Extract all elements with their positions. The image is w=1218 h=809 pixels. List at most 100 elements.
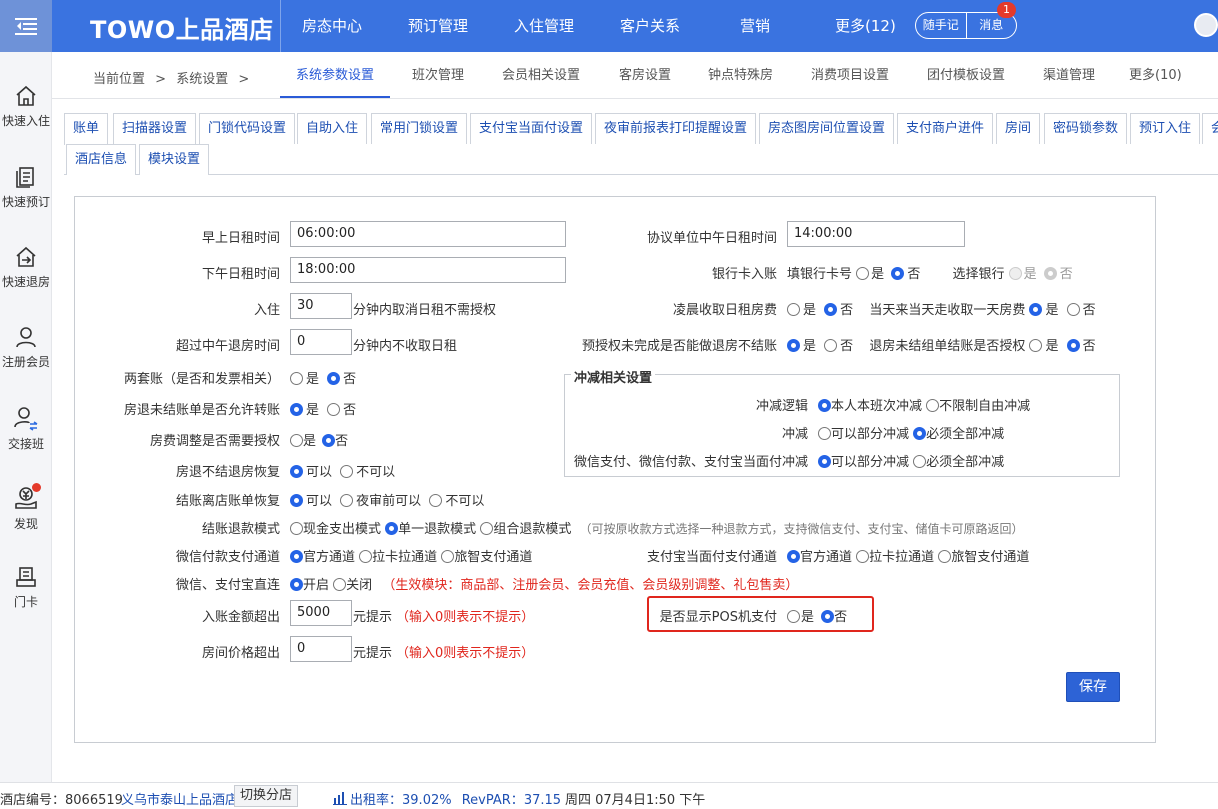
revpar-label: RevPAR：: [461, 793, 524, 808]
adjust-no-radio[interactable]: [322, 434, 336, 447]
afternoon-rent-input[interactable]: 18:00:00: [290, 257, 566, 283]
pos-yes-radio[interactable]: [787, 610, 800, 623]
refund-combined-radio[interactable]: [480, 522, 494, 535]
early-fee-yes-radio[interactable]: [787, 303, 800, 316]
sidebar-item-discover[interactable]: 发现: [0, 483, 52, 532]
nav-booking[interactable]: 预订管理: [408, 0, 468, 52]
dual-yes-radio[interactable]: [290, 372, 303, 385]
tab-system-params[interactable]: 系统参数设置: [280, 58, 390, 98]
nav-more[interactable]: 更多(12): [835, 0, 896, 52]
same-day-no-radio[interactable]: [1066, 303, 1080, 316]
noon-checkout-input[interactable]: 0: [290, 329, 352, 355]
stab-night-audit-print[interactable]: 夜审前报表打印提醒设置: [595, 113, 757, 144]
noon-checkout-suffix: 分钟内不收取日租: [353, 339, 458, 354]
wechat-lakala-radio[interactable]: [359, 550, 373, 563]
transfer-yes-radio[interactable]: [290, 403, 303, 416]
stab-room[interactable]: 房间: [996, 113, 1041, 144]
breadcrumb-page[interactable]: 系统设置: [176, 72, 228, 87]
tab-consumption-items[interactable]: 消费项目设置: [811, 58, 889, 98]
nav-checkin[interactable]: 入住管理: [514, 0, 574, 52]
hotel-number-label: 酒店编号：: [0, 793, 66, 808]
save-button[interactable]: 保存: [1066, 672, 1120, 702]
alipay-lvzhi-radio[interactable]: [938, 550, 952, 563]
tab-channel-management[interactable]: 渠道管理: [1043, 58, 1095, 98]
stab-common-lock[interactable]: 常用门锁设置: [371, 113, 468, 144]
offset-logic-free-radio[interactable]: [926, 399, 940, 412]
stab-overflow[interactable]: 会: [1202, 113, 1218, 144]
tab-member-settings[interactable]: 会员相关设置: [502, 58, 580, 98]
early-fee-no-radio[interactable]: [824, 303, 838, 316]
direct-on-radio[interactable]: [290, 578, 303, 591]
offset-partial-radio[interactable]: [818, 427, 831, 440]
nav-customer[interactable]: 客户关系: [620, 0, 680, 52]
option-label: 组合退款模式: [493, 522, 572, 537]
tab-room-settings[interactable]: 客房设置: [619, 58, 671, 98]
alipay-channel-options: 官方通道 拉卡拉通道 旅智支付通道: [787, 546, 1029, 565]
stab-room-map-position[interactable]: 房态图房间位置设置: [759, 113, 895, 144]
restore-cannot-radio[interactable]: [340, 465, 354, 478]
current-datetime: 周四 07月4日1:50 下午: [565, 793, 706, 808]
wechat-official-radio[interactable]: [290, 550, 303, 563]
pos-no-radio[interactable]: [821, 610, 835, 623]
nav-marketing[interactable]: 营销: [740, 0, 770, 52]
refund-single-radio[interactable]: [385, 522, 399, 535]
sidebar-item-quick-checkin[interactable]: 快速入住: [0, 84, 52, 129]
offset-pay-full-radio[interactable]: [913, 455, 927, 468]
hotel-name-link[interactable]: 义乌市泰山上品酒店: [121, 789, 238, 808]
tab-hourly-rooms[interactable]: 钟点特殊房: [708, 58, 773, 98]
checkin-minutes-input[interactable]: 30: [290, 293, 352, 319]
switch-branch-button[interactable]: 切换分店: [234, 785, 299, 807]
tab-more[interactable]: 更多(10): [1129, 58, 1182, 98]
offset-logic-self-radio[interactable]: [818, 399, 831, 412]
restore-can-radio[interactable]: [290, 465, 303, 478]
refund-cash-radio[interactable]: [290, 522, 303, 535]
nav-room-status[interactable]: 房态中心: [302, 0, 362, 52]
tab-group-templates[interactable]: 团付模板设置: [927, 58, 1005, 98]
stab-booking-checkin[interactable]: 预订入住: [1130, 113, 1201, 144]
sidebar-item-door-card[interactable]: 门卡: [0, 565, 52, 610]
stab-merchant-onboarding[interactable]: 支付商户进件: [897, 113, 994, 144]
checkout-restore-cannot-radio[interactable]: [429, 494, 443, 507]
fill-card-yes-radio[interactable]: [856, 267, 870, 280]
early-fee-options: 是 否 当天来当天走收取一天房费 是 否: [787, 299, 1096, 318]
stab-self-checkin[interactable]: 自助入住: [297, 113, 368, 144]
sidebar-item-quick-booking[interactable]: 快速预订: [0, 165, 52, 210]
sidebar-item-quick-checkout[interactable]: 快速退房: [0, 245, 52, 290]
preauth-no-radio[interactable]: [824, 339, 838, 352]
offset-full-radio[interactable]: [913, 427, 927, 440]
morning-rent-input[interactable]: 06:00:00: [290, 221, 566, 247]
fill-card-no-radio[interactable]: [891, 267, 905, 280]
sidebar-item-register-member[interactable]: 注册会员: [0, 325, 52, 370]
preauth-yes-radio[interactable]: [787, 339, 800, 352]
group-no-radio[interactable]: [1066, 339, 1080, 352]
checkout-restore-audit-radio[interactable]: [340, 494, 354, 507]
stab-alipay-f2f[interactable]: 支付宝当面付设置: [470, 113, 593, 144]
stab-password-lock[interactable]: 密码锁参数: [1044, 113, 1128, 144]
alipay-official-radio[interactable]: [787, 550, 800, 563]
entry-amount-input[interactable]: 5000: [290, 600, 352, 626]
group-checkout-label: 退房未结组单结账是否授权: [869, 339, 1026, 354]
same-day-yes-radio[interactable]: [1029, 303, 1043, 316]
avatar[interactable]: [1194, 13, 1218, 37]
alipay-lakala-radio[interactable]: [856, 550, 870, 563]
option-label: 是: [1045, 339, 1059, 354]
group-yes-radio[interactable]: [1029, 339, 1043, 352]
dual-no-radio[interactable]: [327, 372, 341, 385]
direct-off-radio[interactable]: [333, 578, 347, 591]
room-price-input[interactable]: 0: [290, 636, 352, 662]
offset-pay-partial-radio[interactable]: [818, 455, 831, 468]
agreement-rent-input[interactable]: 14:00:00: [787, 221, 965, 247]
checkout-restore-can-radio[interactable]: [290, 494, 303, 507]
wechat-lvzhi-radio[interactable]: [441, 550, 455, 563]
stab-bill[interactable]: 账单: [64, 113, 109, 145]
transfer-no-radio[interactable]: [327, 403, 341, 416]
menu-toggle-button[interactable]: [0, 0, 52, 52]
sidebar-item-shift-handover[interactable]: 交接班: [0, 405, 52, 452]
notes-button[interactable]: 随手记: [916, 13, 966, 38]
stab-scanner[interactable]: 扫描器设置: [113, 113, 197, 144]
stab-lock-code[interactable]: 门锁代码设置: [199, 113, 296, 144]
stab-module-settings[interactable]: 模块设置: [139, 144, 210, 175]
stab-hotel-info[interactable]: 酒店信息: [66, 144, 137, 175]
tab-shift-management[interactable]: 班次管理: [412, 58, 464, 98]
adjust-yes-radio[interactable]: [290, 434, 303, 447]
